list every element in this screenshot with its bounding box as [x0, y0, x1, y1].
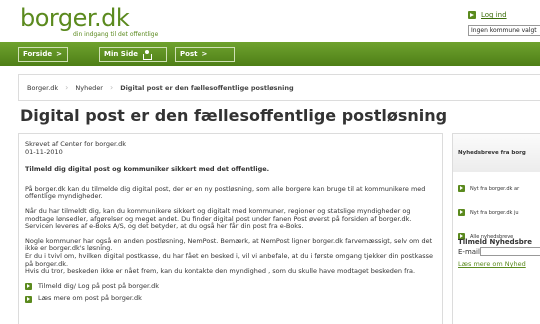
breadcrumb-item-home[interactable]: Borger.dk	[27, 84, 58, 92]
arrow-right-icon	[458, 209, 465, 216]
sidebar-link-label: Nyt fra borger.dk ar	[470, 185, 520, 192]
sidebar-title: Nyhedsbreve fra borg	[458, 150, 526, 156]
byline-date: 01-11-2010	[25, 147, 63, 156]
sidebar-link-label: Nyt fra borger.dk ju	[470, 209, 519, 216]
nav-post-button[interactable]: Post >	[175, 47, 235, 62]
newsletter-more-link[interactable]: Læs mere om Nyhed	[458, 260, 526, 268]
breadcrumb: Borger.dk › Nyheder › Digital post er de…	[18, 74, 540, 101]
nav-forside-button[interactable]: Forside >	[18, 47, 68, 62]
page: borger.dk din indgang til det offentlige…	[0, 0, 540, 324]
logo-text: borger.dk	[20, 4, 130, 32]
newsletter-sidebar: Nyhedsbreve fra borg Nyt fra borger.dk a…	[452, 133, 540, 324]
breadcrumb-separator-icon: ›	[65, 83, 69, 92]
sidebar-link-newsletter-1[interactable]: Nyt fra borger.dk ar	[458, 185, 519, 192]
municipality-select[interactable]: Ingen kommune valgt	[468, 25, 540, 36]
article-link-label: Tilmeld dig/ Log på post på borger.dk	[38, 281, 159, 290]
login-link[interactable]: Log ind	[468, 11, 507, 19]
breadcrumb-separator-icon: ›	[109, 83, 114, 92]
article-link-laes-mere[interactable]: Læs mere om post på borger.dk	[25, 295, 435, 303]
subscribe-title: Tilmeld Nyhedsbre	[458, 238, 533, 246]
borger-dk-logo[interactable]: borger.dk din indgang til det offentlige	[20, 4, 158, 38]
article-paragraph: Nogle kommuner har også en anden postløs…	[25, 236, 434, 276]
arrow-right-icon	[25, 283, 32, 291]
article-paragraph: Når du har tilmeldt dig, kan du kommunik…	[25, 206, 412, 231]
arrow-right-icon	[458, 185, 465, 192]
email-field[interactable]	[480, 247, 540, 256]
chevron-right-icon: >	[201, 50, 208, 58]
header: borger.dk din indgang til det offentlige…	[0, 0, 540, 42]
person-icon	[142, 49, 152, 60]
nav-min-side-label: Min Side	[104, 50, 138, 58]
byline-author: Skrevet af Center for borger.dk	[25, 140, 126, 148]
sidebar-link-newsletter-2[interactable]: Nyt fra borger.dk ju	[458, 209, 519, 216]
article-box: Skrevet af Center for borger.dk 01-11-20…	[18, 133, 443, 324]
article-link-tilmeld[interactable]: Tilmeld dig/ Log på post på borger.dk	[25, 281, 435, 291]
logo-tagline: din indgang til det offentlige	[73, 31, 159, 38]
nav-post-label: Post	[180, 50, 198, 58]
chevron-right-icon: >	[56, 50, 62, 58]
article-paragraph: På borger.dk kan du tilmelde dig digital…	[25, 184, 426, 201]
nav-forside-label: Forside	[23, 50, 53, 58]
sidebar-header: Nyhedsbreve fra borg	[453, 134, 540, 172]
main-nav: Forside > Min Side Post >	[0, 42, 540, 101]
article-lead: Tilmeld dig digital post og kommuniker s…	[25, 165, 270, 174]
arrow-right-icon	[25, 295, 32, 303]
email-label: E-mail:	[458, 248, 483, 256]
byline: Skrevet af Center for borger.dk 01-11-20…	[25, 140, 435, 156]
arrow-right-icon	[468, 11, 476, 19]
login-label: Log ind	[481, 11, 507, 19]
nav-min-side-button[interactable]: Min Side	[99, 47, 167, 62]
page-title: Digital post er den fællesoffentlige pos…	[20, 106, 448, 125]
breadcrumb-item-current: Digital post er den fællesoffentlige pos…	[120, 83, 294, 92]
article-body: Skrevet af Center for borger.dk 01-11-20…	[25, 140, 435, 308]
breadcrumb-item-nyheder[interactable]: Nyheder	[75, 84, 103, 92]
article-link-label: Læs mere om post på borger.dk	[38, 294, 142, 303]
